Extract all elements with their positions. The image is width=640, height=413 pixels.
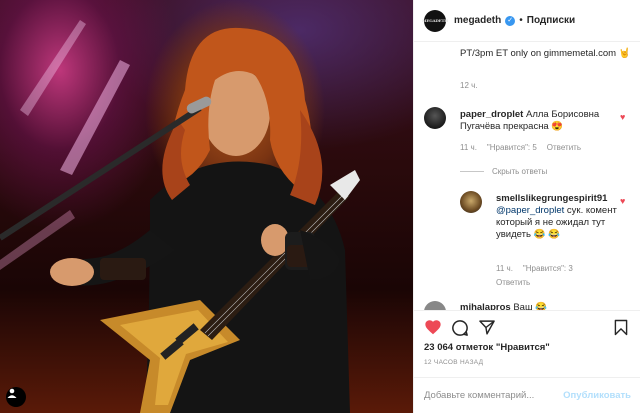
laugh-emoji-2: 😂: [548, 229, 560, 240]
reply-meta: 11 ч. "Нравится": 3: [496, 264, 573, 273]
comment-time: 11 ч.: [460, 143, 477, 152]
post-header: MEGADETH megadeth ✓ • Подписки: [414, 0, 640, 42]
comment-reply-button[interactable]: Ответить: [547, 143, 581, 152]
logo-text: MEGADETH: [422, 18, 448, 23]
post-modal: MEGADETH megadeth ✓ • Подписки PT/3pm ET…: [0, 0, 640, 413]
user-icon[interactable]: [6, 387, 26, 407]
caption-text: PT/3pm ET only on gimmemetal.com 🤘: [460, 48, 635, 60]
laugh-emoji: 😂: [533, 229, 546, 240]
add-comment-bar: Добавьте комментарий... Опубликовать: [414, 377, 640, 413]
bookmark-icon[interactable]: [614, 319, 628, 336]
hide-replies-label: Скрыть ответы: [492, 167, 548, 176]
commenter-avatar[interactable]: [424, 107, 446, 129]
comment-input[interactable]: Добавьте комментарий...: [424, 390, 534, 401]
following-button[interactable]: Подписки: [527, 15, 575, 26]
account-username[interactable]: megadeth: [454, 15, 501, 26]
cut-comment-emoji: 😂: [535, 302, 548, 310]
comment-item: paper_droplet Алла Борисовна Пугачёва пр…: [460, 109, 615, 133]
cut-comment-text: Ваш: [513, 302, 533, 310]
reply-item: smellslikegrungespirit91 @paper_droplet …: [496, 193, 621, 241]
account-avatar[interactable]: MEGADETH: [422, 9, 448, 32]
cut-comment-avatar[interactable]: [424, 301, 446, 310]
publish-button[interactable]: Опубликовать: [563, 390, 631, 401]
reply-avatar[interactable]: [460, 191, 482, 213]
reply-time: 11 ч.: [496, 264, 513, 273]
caption-body: PT/3pm ET only on gimmemetal.com: [460, 48, 617, 59]
comment-username[interactable]: paper_droplet: [460, 109, 523, 120]
reply-like-heart-icon[interactable]: ♥: [620, 196, 625, 206]
reply-mention[interactable]: @paper_droplet: [496, 205, 564, 216]
comment-icon[interactable]: [451, 319, 469, 337]
guitarist-illustration: [0, 20, 360, 413]
cut-comment-item: mihalapros Ваш 😂: [460, 302, 620, 310]
cut-comment-username[interactable]: mihalapros: [460, 302, 511, 310]
share-icon[interactable]: [478, 319, 496, 336]
comment-likes[interactable]: "Нравится": 5: [487, 143, 537, 152]
hide-replies-button[interactable]: Скрыть ответы: [460, 167, 547, 176]
rock-hand-emoji: 🤘: [618, 48, 631, 59]
comment-meta: 11 ч. "Нравится": 5 Ответить: [460, 143, 581, 152]
hide-replies-line: [460, 171, 484, 172]
comment-like-heart-icon[interactable]: ♥: [620, 112, 625, 122]
reply-likes[interactable]: "Нравится": 3: [523, 264, 573, 273]
post-timestamp: 12 ЧАСОВ НАЗАД: [424, 359, 484, 366]
caption-time: 12 ч.: [460, 81, 478, 90]
verified-icon: ✓: [505, 15, 516, 26]
reply-username[interactable]: smellslikegrungespirit91: [496, 193, 607, 204]
heart-eyes-emoji: 😍: [551, 121, 564, 132]
reply-reply-button[interactable]: Ответить: [496, 278, 530, 287]
post-photo[interactable]: [0, 0, 413, 413]
comments-list[interactable]: PT/3pm ET only on gimmemetal.com 🤘 12 ч.…: [414, 43, 640, 310]
like-heart-icon[interactable]: [424, 319, 442, 335]
post-actions: [414, 310, 640, 343]
separator-dot: •: [519, 15, 523, 26]
likes-count[interactable]: 23 064 отметок "Нравится": [424, 342, 550, 353]
reply-action: Ответить: [496, 278, 530, 287]
post-side-panel: MEGADETH megadeth ✓ • Подписки PT/3pm ET…: [413, 0, 640, 413]
